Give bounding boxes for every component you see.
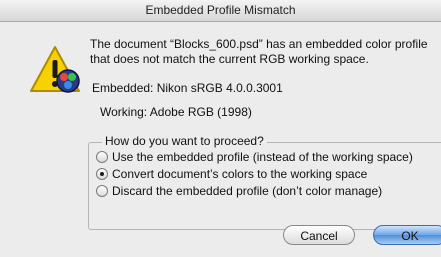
radio-convert[interactable]: Convert document’s colors to the working…: [96, 166, 367, 182]
radio-use-embedded[interactable]: Use the embedded profile (instead of the…: [96, 149, 413, 165]
radio-button-icon[interactable]: [96, 185, 108, 197]
warning-triangle-icon: [30, 46, 80, 93]
title-bar[interactable]: Embedded Profile Mismatch: [0, 0, 441, 22]
radio-label: Use the embedded profile (instead of the…: [112, 150, 413, 164]
radio-button-icon[interactable]: [96, 151, 108, 163]
radio-label: Discard the embedded profile (don’t colo…: [112, 184, 383, 198]
ok-button[interactable]: OK: [373, 225, 441, 245]
embedded-profile: Embedded: Nikon sRGB 4.0.0.3001: [92, 81, 283, 95]
working-profile: Working: Adobe RGB (1998): [100, 105, 252, 119]
message-line-2: that does not match the current RGB work…: [90, 52, 369, 66]
radio-button-selected-icon[interactable]: [96, 168, 108, 180]
colorsync-icon: [56, 69, 80, 93]
cancel-button[interactable]: Cancel: [283, 225, 355, 245]
options-legend: How do you want to proceed?: [102, 134, 267, 148]
dialog-window: Embedded Profile Mismatch The document “…: [0, 0, 441, 257]
radio-discard[interactable]: Discard the embedded profile (don’t colo…: [96, 183, 382, 199]
radio-label: Convert document’s colors to the working…: [112, 167, 368, 181]
message-line-1: The document “Blocks_600.psd” has an emb…: [90, 37, 428, 51]
message-text: The document “Blocks_600.psd” has an emb…: [90, 37, 440, 67]
window-title: Embedded Profile Mismatch: [145, 3, 296, 17]
